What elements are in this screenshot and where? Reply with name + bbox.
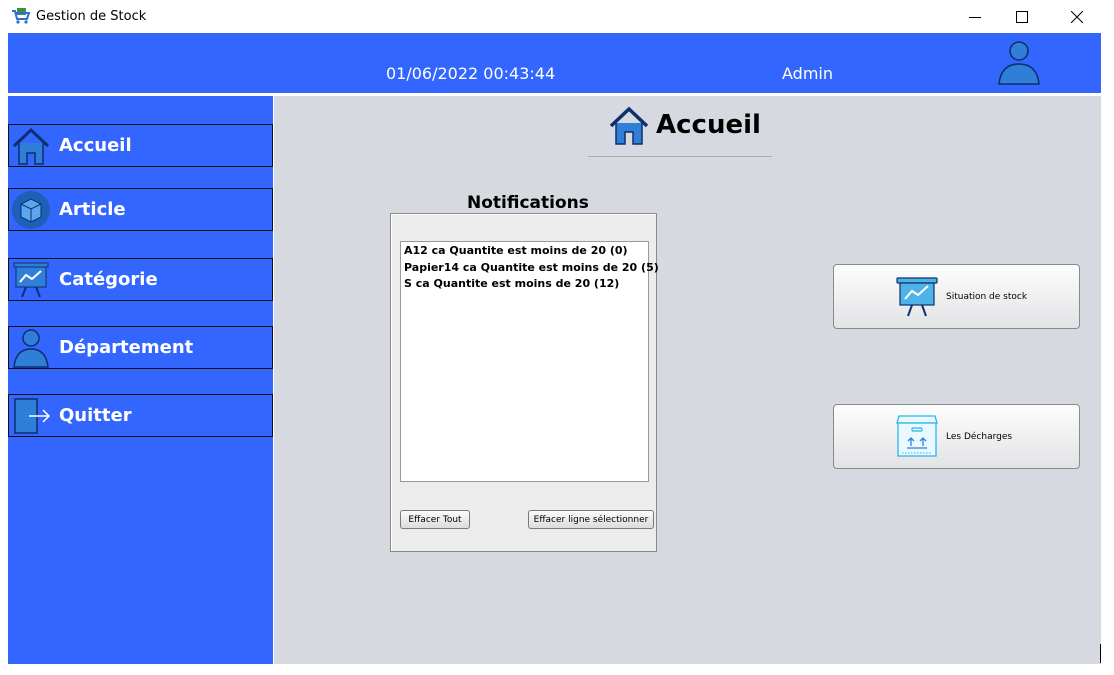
list-item[interactable]: S ca Quantite est moins de 20 (12) [404, 277, 619, 290]
notifications-list[interactable]: A12 ca Quantite est moins de 20 (0) Papi… [400, 241, 659, 482]
header-datetime: 01/06/2022 00:43:44 [386, 64, 556, 83]
text-cursor [1100, 644, 1101, 663]
sidebar-item-categorie[interactable]: Catégorie [8, 258, 273, 301]
sidebar-item-label: Accueil [59, 135, 132, 156]
stock-situation-label: Situation de stock [946, 292, 1028, 302]
page-title: Accueil [656, 110, 761, 140]
sidebar-item-label: Quitter [59, 405, 132, 426]
list-item[interactable]: Papier14 ca Quantite est moins de 20 (5) [404, 261, 659, 274]
sidebar-item-article[interactable]: Article [8, 188, 273, 231]
discharges-button[interactable]: Les Décharges [833, 404, 1080, 469]
shopping-cart-icon [12, 8, 30, 24]
sidebar-item-label: Catégorie [59, 269, 158, 290]
notifications-panel: A12 ca Quantite est moins de 20 (0) Papi… [390, 213, 659, 552]
sidebar-item-departement[interactable]: Département [8, 326, 273, 369]
home-icon [609, 106, 649, 145]
home-icon [12, 127, 50, 165]
close-icon [1071, 11, 1083, 23]
sidebar-item-quitter[interactable]: Quitter [8, 394, 273, 437]
title-divider [588, 156, 772, 157]
chart-board-icon [896, 277, 938, 317]
sidebar-item-label: Article [59, 199, 126, 220]
stock-situation-button[interactable]: Situation de stock [833, 264, 1080, 329]
minimize-icon [969, 17, 981, 18]
close-button[interactable] [1054, 2, 1100, 32]
sidebar-item-accueil[interactable]: Accueil [8, 124, 273, 167]
clear-selected-button[interactable]: Effacer ligne sélectionner [528, 510, 654, 529]
sidebar: Accueil Article Catégorie Département Qu… [8, 96, 273, 664]
chart-board-icon [13, 262, 49, 298]
header-username: Admin [782, 64, 833, 83]
exit-door-icon [14, 398, 51, 434]
main-panel: Accueil Notifications A12 ca Quantite es… [274, 96, 1101, 664]
clear-all-button[interactable]: Effacer Tout [400, 510, 470, 529]
discharges-label: Les Décharges [946, 432, 1013, 442]
sidebar-item-label: Département [59, 337, 194, 358]
package-box-icon [896, 415, 938, 457]
header-bar: 01/06/2022 00:43:44 Admin [8, 33, 1101, 93]
maximize-button[interactable] [999, 2, 1045, 32]
window-titlebar: Gestion de Stock [0, 0, 1114, 33]
box-icon [12, 191, 50, 229]
user-icon [13, 329, 49, 368]
window-title: Gestion de Stock [36, 9, 147, 24]
minimize-button[interactable] [952, 2, 998, 32]
notifications-title: Notifications [467, 193, 589, 213]
user-icon[interactable] [996, 40, 1042, 86]
maximize-icon [1016, 11, 1028, 23]
list-item[interactable]: A12 ca Quantite est moins de 20 (0) [404, 244, 628, 257]
